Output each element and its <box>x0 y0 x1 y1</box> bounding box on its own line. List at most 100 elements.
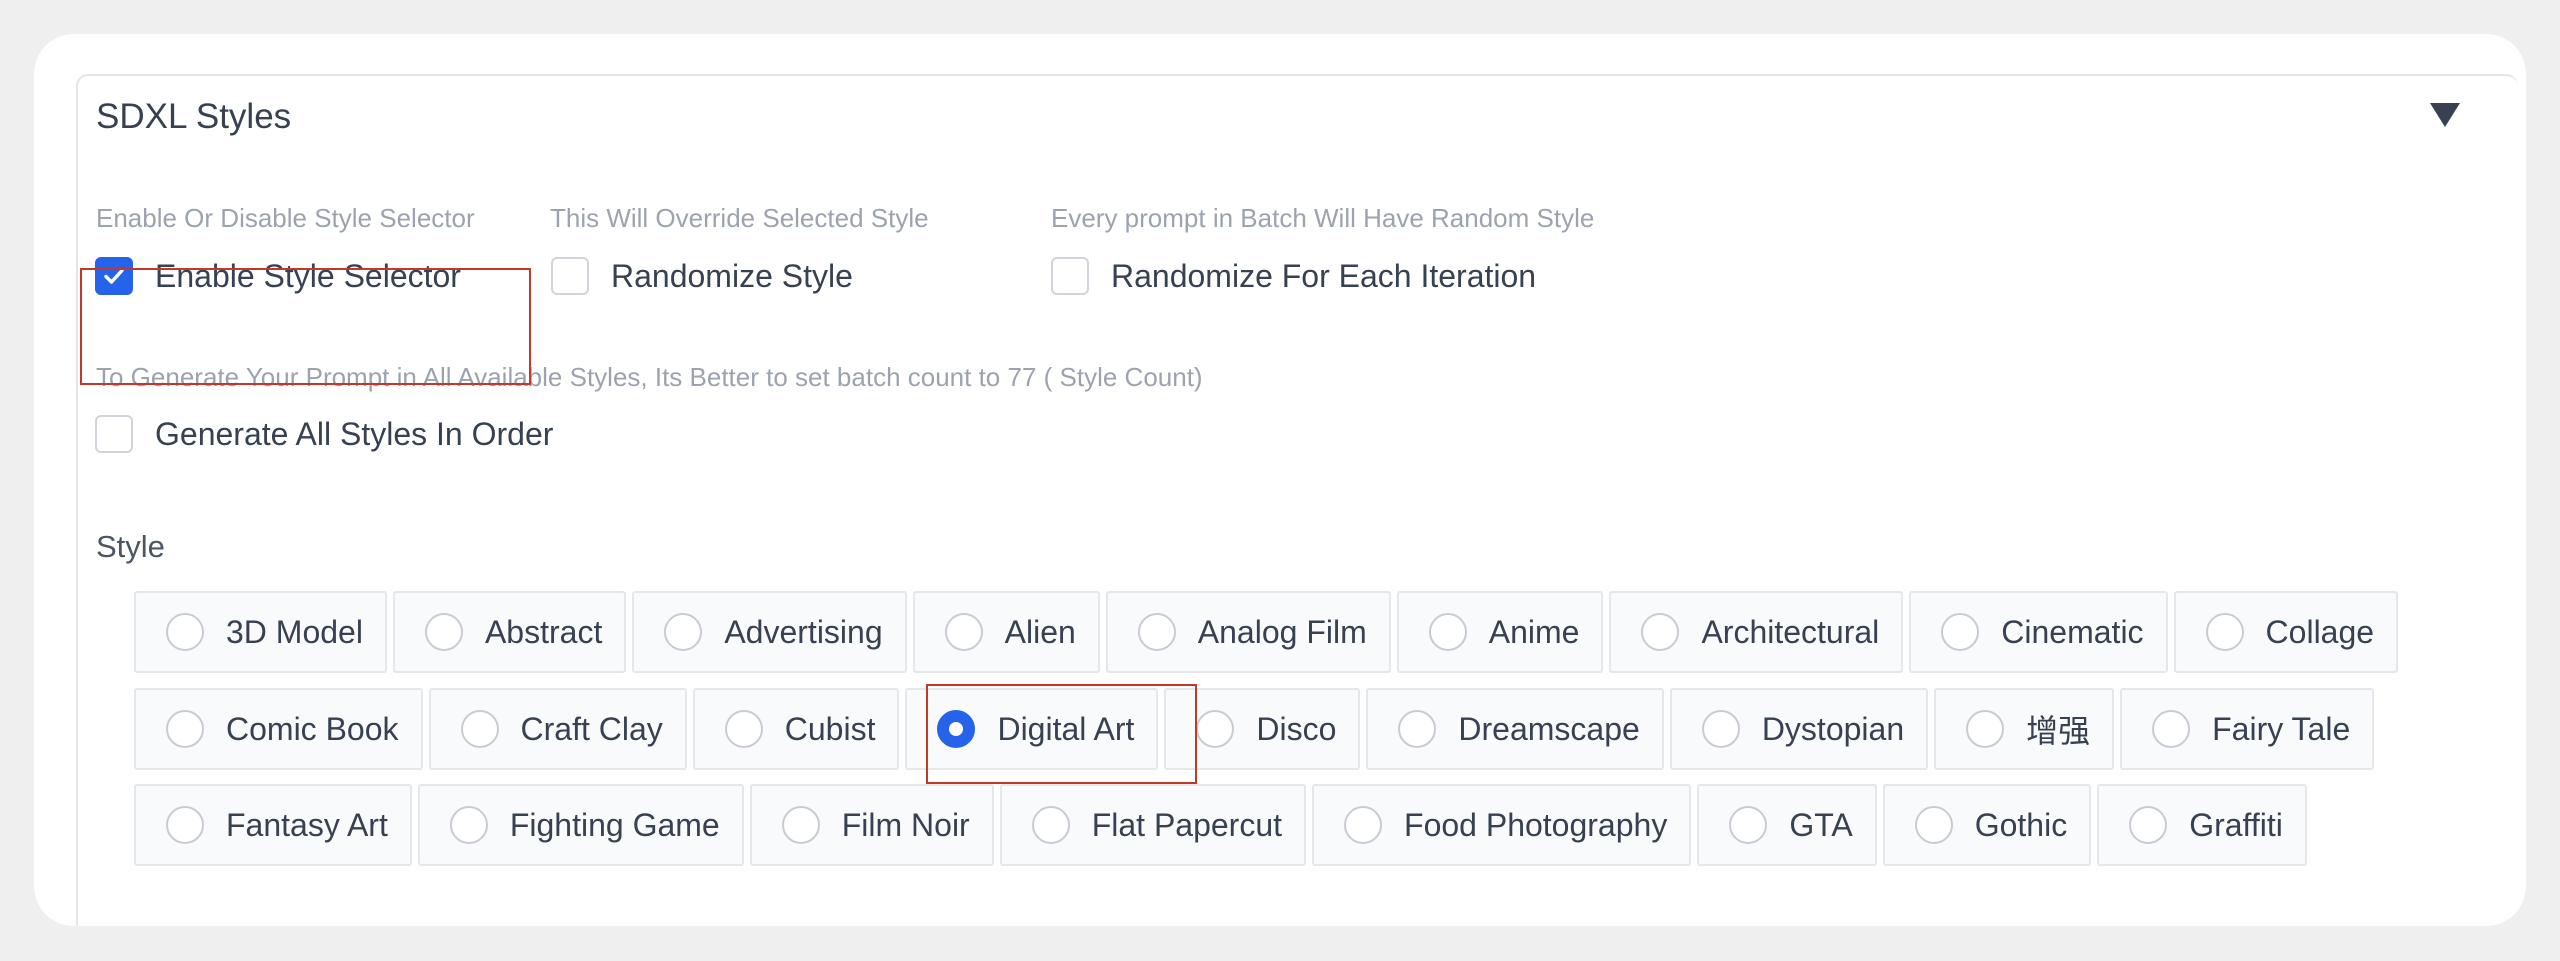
style-option[interactable]: Abstract <box>392 591 627 673</box>
style-option[interactable]: Flat Papercut <box>999 784 1307 866</box>
generate-all-styles-checkbox[interactable]: Generate All Styles In Order <box>95 414 553 454</box>
radio-icon[interactable] <box>1941 613 1980 651</box>
radio-icon[interactable] <box>1398 710 1437 748</box>
style-option[interactable]: Digital Art <box>905 688 1159 770</box>
style-option-label: Fairy Tale <box>2212 710 2351 747</box>
style-option[interactable]: Gothic <box>1882 784 2092 866</box>
style-option[interactable]: Cubist <box>692 688 900 770</box>
radio-icon[interactable] <box>449 806 488 844</box>
checkbox-unchecked-icon[interactable] <box>1051 257 1089 295</box>
enable-style-selector-label: Enable Style Selector <box>155 257 461 294</box>
panel-title: SDXL Styles <box>96 97 292 136</box>
style-option[interactable]: Graffiti <box>2097 784 2307 866</box>
randomize-each-info: Every prompt in Batch Will Have Random S… <box>1051 203 1595 233</box>
radio-icon[interactable] <box>1428 613 1467 651</box>
style-option[interactable]: GTA <box>1697 784 1877 866</box>
style-option-label: Fantasy Art <box>226 806 388 843</box>
style-option[interactable]: Food Photography <box>1312 784 1692 866</box>
style-option-label: Abstract <box>484 613 603 650</box>
style-option-label: Analog Film <box>1197 613 1367 650</box>
style-option-label: Digital Art <box>997 710 1135 747</box>
style-row: 3D Model Abstract Advertising Alien Analog F… <box>134 591 2399 673</box>
style-option-label: Gothic <box>1974 806 2068 843</box>
style-option-label: 增强 <box>2026 713 2091 749</box>
checkbox-unchecked-icon[interactable] <box>551 257 589 295</box>
radio-icon[interactable] <box>2205 613 2244 651</box>
style-option[interactable]: 增强 <box>1934 688 2115 770</box>
style-option-label: Dystopian <box>1761 710 1905 747</box>
radio-icon[interactable] <box>1966 710 2005 748</box>
radio-icon[interactable] <box>166 806 204 844</box>
style-option-label: Film Noir <box>841 806 970 843</box>
style-option-label: Cubist <box>784 710 876 747</box>
randomize-each-iteration-checkbox[interactable]: Randomize For Each Iteration <box>1051 256 1536 296</box>
enable-style-selector-checkbox[interactable]: Enable Style Selector <box>95 256 461 296</box>
generate-all-styles-label: Generate All Styles In Order <box>155 415 554 452</box>
enable-style-info: Enable Or Disable Style Selector <box>96 203 475 233</box>
style-option[interactable]: Film Noir <box>749 784 994 866</box>
randomize-style-label: Randomize Style <box>611 257 853 294</box>
style-group-label: Style <box>96 529 165 564</box>
radio-icon[interactable] <box>1344 806 1383 844</box>
radio-icon[interactable] <box>1914 806 1953 844</box>
radio-icon[interactable] <box>1641 613 1680 651</box>
radio-icon[interactable] <box>1137 613 1176 651</box>
randomize-each-iteration-label: Randomize For Each Iteration <box>1111 257 1537 294</box>
style-option-label: 3D Model <box>226 613 363 650</box>
radio-icon[interactable] <box>1196 710 1235 748</box>
randomize-style-info: This Will Override Selected Style <box>550 203 929 233</box>
style-option[interactable]: Comic Book <box>134 688 423 770</box>
window-frame: SDXL Styles Enable Or Disable Style Sele… <box>34 34 2526 926</box>
style-option[interactable]: Craft Clay <box>428 688 687 770</box>
style-option[interactable]: Architectural <box>1609 591 1904 673</box>
style-option[interactable]: Dystopian <box>1669 688 1929 770</box>
style-option-label: Architectural <box>1701 613 1880 650</box>
radio-icon[interactable] <box>166 710 204 748</box>
style-option-label: Advertising <box>724 613 883 650</box>
randomize-style-checkbox[interactable]: Randomize Style <box>551 256 853 296</box>
style-option-label: GTA <box>1789 806 1853 843</box>
style-option-label: Comic Book <box>226 710 399 747</box>
style-option[interactable]: Fairy Tale <box>2120 688 2375 770</box>
radio-icon[interactable] <box>1701 710 1740 748</box>
style-option-label: Anime <box>1488 613 1580 650</box>
style-option[interactable]: Advertising <box>632 591 907 673</box>
style-option[interactable]: Collage <box>2173 591 2399 673</box>
radio-icon[interactable] <box>944 613 983 651</box>
style-option-label: Fighting Game <box>509 806 720 843</box>
radio-icon[interactable] <box>2152 710 2191 748</box>
style-option[interactable]: Dreamscape <box>1366 688 1664 770</box>
style-option[interactable]: Analog Film <box>1105 591 1391 673</box>
style-option-label: Food Photography <box>1404 806 1668 843</box>
style-option-label: Flat Papercut <box>1091 806 1283 843</box>
style-option-label: Alien <box>1004 613 1076 650</box>
style-option-label: Craft Clay <box>520 710 663 747</box>
style-option[interactable]: Cinematic <box>1909 591 2168 673</box>
radio-selected-icon[interactable] <box>937 710 976 748</box>
style-option[interactable]: Fantasy Art <box>134 784 412 866</box>
radio-icon[interactable] <box>664 613 703 651</box>
radio-icon[interactable] <box>1031 806 1070 844</box>
generate-all-info: To Generate Your Prompt in All Available… <box>96 362 1203 392</box>
radio-icon[interactable] <box>2129 806 2168 844</box>
radio-icon[interactable] <box>166 613 204 651</box>
radio-icon[interactable] <box>460 710 499 748</box>
style-option[interactable]: Fighting Game <box>417 784 744 866</box>
style-option[interactable]: Disco <box>1164 688 1361 770</box>
style-option-label: Graffiti <box>2189 806 2283 843</box>
checkbox-checked-icon[interactable] <box>95 257 133 295</box>
collapse-toggle-icon[interactable] <box>2422 92 2468 138</box>
radio-icon[interactable] <box>724 710 763 748</box>
style-row: Fantasy Art Fighting Game Film Noir Flat Pa… <box>134 784 2307 866</box>
checkbox-unchecked-icon[interactable] <box>95 415 133 453</box>
radio-icon[interactable] <box>1729 806 1768 844</box>
radio-icon[interactable] <box>424 613 463 651</box>
style-option-label: Disco <box>1256 710 1337 747</box>
style-option[interactable]: Alien <box>912 591 1100 673</box>
style-option[interactable]: 3D Model <box>134 591 387 673</box>
style-option-label: Collage <box>2265 613 2375 650</box>
style-option-label: Cinematic <box>2001 613 2144 650</box>
style-option[interactable]: Anime <box>1396 591 1604 673</box>
radio-icon[interactable] <box>781 806 820 844</box>
style-row: Comic Book Craft Clay Cubist Digital Art Dis… <box>134 688 2375 770</box>
